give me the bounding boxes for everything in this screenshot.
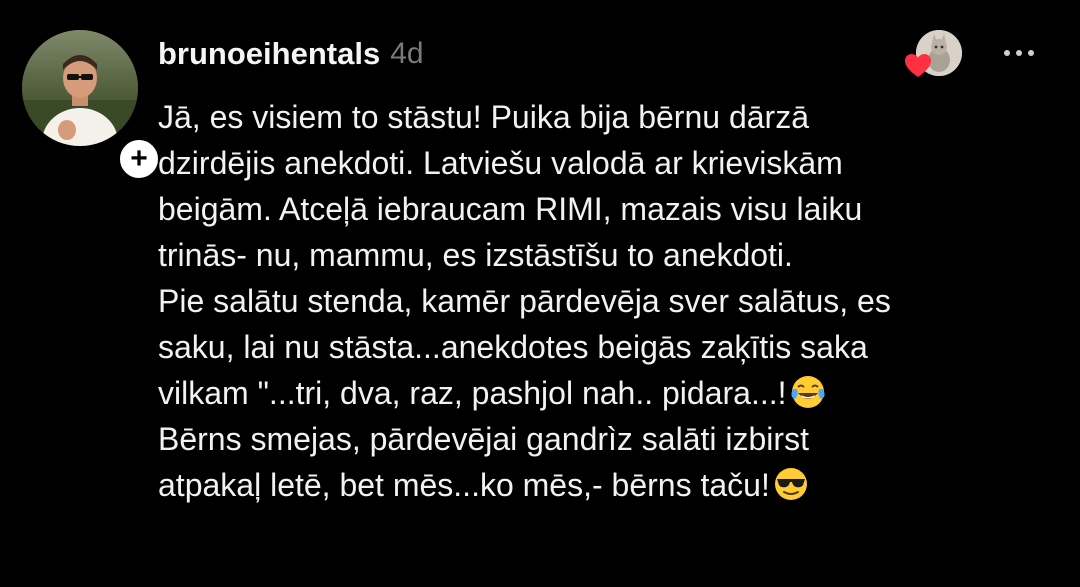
liked-by-author-indicator[interactable] — [904, 30, 962, 80]
comment-line: Bērns smejas, pārdevējai gandrìz salāti … — [158, 421, 809, 457]
more-options-icon[interactable] — [994, 38, 1044, 68]
comment-line: dzirdējis anekdoti. Latviešu valodā ar k… — [158, 145, 843, 181]
comment-line-text: atpakaļ letē, bet mēs...ko mēs,- bērns t… — [158, 467, 770, 503]
comment-text: Jā, es visiem to stāstu! Puika bija bērn… — [158, 94, 1058, 508]
timestamp: 4d — [390, 37, 424, 70]
more-dot — [1016, 50, 1022, 56]
follow-button[interactable]: + — [116, 136, 162, 182]
comment-line-with-emoji: atpakaļ letē, bet mēs...ko mēs,- bērns t… — [158, 462, 1058, 508]
more-dot — [1004, 50, 1010, 56]
comment-header: brunoeihentals 4d — [158, 30, 424, 78]
avatar-image — [22, 30, 138, 146]
comment-line-text: vilkam "...tri, dva, raz, pashjol nah.. … — [158, 375, 787, 411]
more-dot — [1028, 50, 1034, 56]
comment-line: Pie salātu stenda, kamēr pārdevēja sver … — [158, 283, 891, 319]
comment-line: saku, lai nu stāsta...anekdotes beigās z… — [158, 329, 868, 365]
comment-line-with-emoji: vilkam "...tri, dva, raz, pashjol nah.. … — [158, 370, 1058, 416]
comment-item: + brunoeihentals 4d Jā, es visiem to stā… — [0, 0, 1080, 587]
comment-line: beigām. Atceļā iebraucam RIMI, mazais vi… — [158, 191, 863, 227]
sunglasses-emoji-icon — [774, 468, 807, 500]
tears-of-joy-emoji-icon — [790, 376, 825, 408]
username[interactable]: brunoeihentals — [158, 36, 380, 72]
comment-line: Jā, es visiem to stāstu! Puika bija bērn… — [158, 99, 809, 135]
heart-icon — [905, 54, 931, 77]
comment-line: trinās- nu, mammu, es izstāstīšu to anek… — [158, 237, 793, 273]
avatar[interactable] — [22, 30, 138, 146]
plus-icon: + — [130, 142, 148, 175]
avatar-container[interactable]: + — [22, 30, 162, 182]
